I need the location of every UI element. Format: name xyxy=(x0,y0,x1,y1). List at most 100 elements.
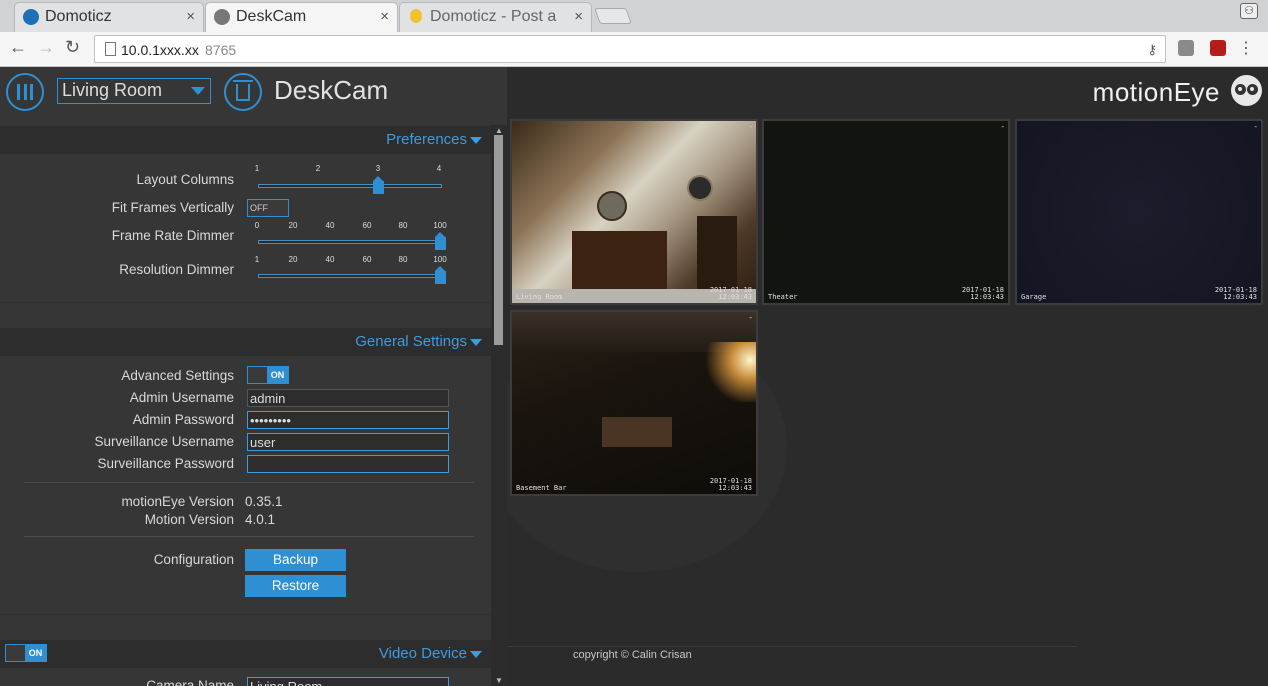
frame-timestamp: 2017-01-18 12:03:43 xyxy=(962,287,1004,301)
surveillance-password-input[interactable] xyxy=(247,455,449,473)
frame-camera-name: Theater xyxy=(768,293,798,301)
restore-button[interactable]: Restore xyxy=(245,575,346,597)
owl-eye xyxy=(1235,84,1246,95)
camera-frame-theater[interactable]: - Theater 2017-01-18 12:03:43 xyxy=(762,119,1010,305)
fit-frames-toggle[interactable]: OFF xyxy=(247,199,289,217)
tick-label: 1 xyxy=(254,164,260,173)
frame-rate-dimmer-slider[interactable] xyxy=(258,240,442,244)
copyright-text: copyright © Calin Crisan xyxy=(573,649,692,661)
piano-shape xyxy=(572,231,667,291)
section-divider xyxy=(0,302,491,303)
tick-label: 80 xyxy=(398,255,408,264)
ublock-icon[interactable] xyxy=(1210,40,1226,56)
frame-time: 12:03:43 xyxy=(718,484,752,492)
frame-timestamp: 2017-01-18 12:03:43 xyxy=(1215,287,1257,301)
tick-label: 20 xyxy=(288,221,298,230)
slider-handle[interactable] xyxy=(435,232,446,250)
tab-domoticz-post[interactable]: Domoticz - Post a × xyxy=(399,2,592,32)
wall-clock-shape xyxy=(687,175,713,201)
tab-close-icon[interactable]: × xyxy=(380,8,389,25)
tab-close-icon[interactable]: × xyxy=(186,8,195,25)
camera-frame-basement-bar[interactable]: - Basement Bar 2017-01-18 12:03:43 xyxy=(510,310,758,496)
video-device-section-header[interactable]: ON Video Device xyxy=(0,640,491,668)
camera-select-value: Living Room xyxy=(62,80,163,100)
scroll-down-icon[interactable]: ▼ xyxy=(495,676,503,685)
frame-camera-name: Garage xyxy=(1021,293,1047,301)
camera-frame-living-room[interactable]: - Living Room 2017-01-18 12:03:43 xyxy=(510,119,758,305)
remove-camera-button[interactable] xyxy=(224,73,262,111)
surveillance-username-input[interactable] xyxy=(247,433,449,451)
camera-frame-garage[interactable]: - Garage 2017-01-18 12:03:43 xyxy=(1015,119,1263,305)
tab-title: DeskCam xyxy=(236,8,307,25)
camera-select[interactable]: Living Room xyxy=(57,78,211,104)
frame-status: - xyxy=(1254,122,1257,131)
resolution-dimmer-slider[interactable] xyxy=(258,274,442,278)
tick-label: 80 xyxy=(398,221,408,230)
chevron-down-icon xyxy=(470,339,482,346)
admin-username-input[interactable] xyxy=(247,389,449,407)
scrollbar-thumb[interactable] xyxy=(494,135,503,345)
fit-frames-label: Fit Frames Vertically xyxy=(111,200,234,215)
tick-label: 40 xyxy=(325,255,335,264)
slider-handle[interactable] xyxy=(373,176,384,194)
layout-columns-label: Layout Columns xyxy=(136,172,234,187)
address-bar[interactable]: 10.0.1xxx.xx 8765 ⚷ xyxy=(94,35,1166,63)
frame-camera-name: Basement Bar xyxy=(516,484,567,492)
tick-label: 100 xyxy=(433,221,447,230)
browser-menu-icon[interactable]: ⋮ xyxy=(1238,38,1254,58)
admin-password-input[interactable] xyxy=(247,411,449,429)
tab-domoticz[interactable]: Domoticz × xyxy=(14,2,204,32)
advanced-settings-toggle[interactable]: ON xyxy=(247,366,289,384)
frame-rate-ticks: 0 20 40 60 80 100 xyxy=(252,221,448,231)
slider-handle[interactable] xyxy=(435,266,446,284)
settings-panel: Living Room DeskCam Preferences Layout C… xyxy=(0,67,507,686)
camera-name-input[interactable] xyxy=(247,677,449,686)
user-icon[interactable]: ⚇ xyxy=(1240,3,1258,19)
chevron-down-icon xyxy=(470,137,482,144)
section-title: General Settings xyxy=(355,333,467,350)
new-tab-button[interactable] xyxy=(594,8,632,24)
toggle-state: ON xyxy=(25,645,46,661)
resolution-ticks: 1 20 40 60 80 100 xyxy=(252,255,448,265)
domoticz-favicon-icon xyxy=(23,9,39,25)
footer-divider xyxy=(507,646,1077,647)
frame-camera-name: Living Room xyxy=(516,293,563,301)
general-settings-section-header[interactable]: General Settings xyxy=(0,328,491,356)
key-icon[interactable]: ⚷ xyxy=(1147,42,1157,58)
backup-button[interactable]: Backup xyxy=(245,549,346,571)
url-port: 8765 xyxy=(205,42,237,58)
cabinet-shape xyxy=(697,216,737,294)
owl-eye xyxy=(1247,84,1258,95)
advanced-settings-label: Advanced Settings xyxy=(121,368,234,383)
frame-timestamp: 2017-01-18 12:03:43 xyxy=(710,478,752,492)
admin-password-label: Admin Password xyxy=(132,412,234,427)
motion-version-value: 4.0.1 xyxy=(245,512,276,527)
tab-deskcam[interactable]: DeskCam × xyxy=(205,2,398,33)
reload-icon[interactable]: ↻ xyxy=(65,37,80,58)
tick-label: 20 xyxy=(288,255,298,264)
frame-timestamp: 2017-01-18 12:03:43 xyxy=(710,287,752,301)
tick-label: 100 xyxy=(433,255,447,264)
forward-icon[interactable]: → xyxy=(37,37,55,58)
camera-title: DeskCam xyxy=(274,75,389,105)
settings-body: Preferences Layout Columns 1 2 3 4 Fit F… xyxy=(0,125,491,686)
frame-status: - xyxy=(749,313,752,322)
settings-scrollbar[interactable]: ▲ ▼ xyxy=(491,125,507,686)
scroll-up-icon[interactable]: ▲ xyxy=(495,126,503,135)
tick-label: 1 xyxy=(254,255,260,264)
surveillance-username-label: Surveillance Username xyxy=(94,434,234,449)
video-device-toggle[interactable]: ON xyxy=(5,644,47,662)
back-icon[interactable]: ← xyxy=(9,37,27,58)
tick-label: 2 xyxy=(315,164,321,173)
frame-status: - xyxy=(749,122,752,131)
motioneye-version-value: 0.35.1 xyxy=(245,494,283,509)
settings-toggle-button[interactable] xyxy=(6,73,44,111)
tab-close-icon[interactable]: × xyxy=(574,8,583,25)
extension-h-icon[interactable] xyxy=(1178,40,1194,56)
frame-status: - xyxy=(1001,122,1004,131)
layout-columns-slider[interactable] xyxy=(258,184,442,188)
preferences-section-header[interactable]: Preferences xyxy=(0,126,491,154)
light-glare-shape xyxy=(702,342,756,402)
tab-title: Domoticz - Post a xyxy=(430,8,557,25)
tick-label: 60 xyxy=(362,221,372,230)
